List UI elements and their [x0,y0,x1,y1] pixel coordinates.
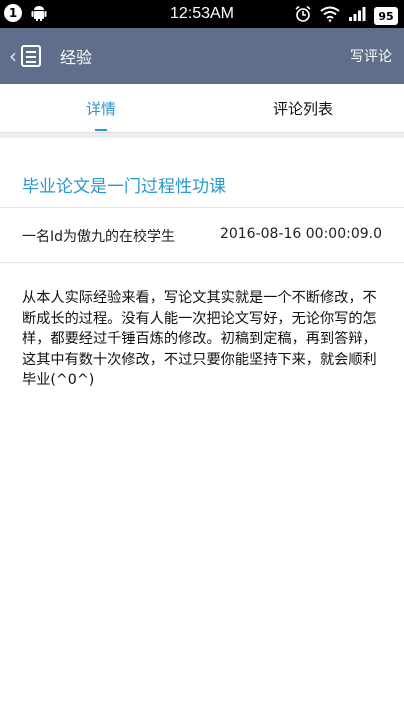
article-date: 2016-08-16 00:00:09.0 [219,226,382,242]
back-button[interactable]: ‹ [0,28,50,84]
status-bar-right: 95 [294,5,398,27]
tab-detail[interactable]: 详情 [0,84,202,132]
tab-bar: 详情 评论列表 [0,84,404,132]
tab-detail-label: 详情 [85,99,116,118]
wifi-icon [320,6,340,26]
status-bar: 1 12:53AM 95 [0,0,404,28]
page-title: 经验 [60,48,93,67]
article-author: 一名Id为傲九的在校学生 [22,229,176,245]
divider [0,262,404,263]
battery-icon: 95 [374,7,398,25]
app-bar: ‹ 经验 写评论 [0,28,404,84]
chevron-left-icon: ‹ [9,44,17,68]
article-meta: 一名Id为傲九的在校学生 2016-08-16 00:00:09.0 [22,226,382,246]
divider [0,207,404,208]
app-logo-icon [21,45,41,67]
write-comment-button[interactable]: 写评论 [350,46,392,66]
article-body: 从本人实际经验来看，写论文其实就是一个不断修改，不断成长的过程。没有人能一次把论… [22,290,377,388]
tab-comment-list[interactable]: 评论列表 [202,84,404,132]
article-title: 毕业论文是一门过程性功课 [22,177,226,197]
alarm-icon [294,5,312,27]
tab-comment-list-label: 评论列表 [272,99,333,118]
signal-icon [348,6,366,26]
active-tab-indicator [95,129,107,131]
tab-divider [0,132,404,138]
